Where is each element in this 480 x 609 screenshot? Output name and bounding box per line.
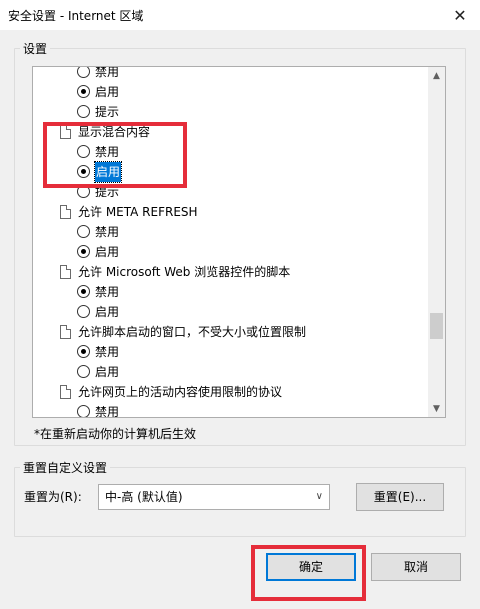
reset-to-label: 重置为(R): (24, 490, 82, 504)
radio-option-row[interactable]: 启用 (33, 302, 429, 322)
radio-unchecked-icon[interactable] (77, 365, 90, 378)
document-icon (60, 385, 71, 399)
radio-unchecked-icon[interactable] (77, 405, 90, 417)
setting-header-row: 允许 META REFRESH (33, 202, 429, 222)
settings-group-label: 设置 (20, 40, 51, 57)
radio-option-label: 启用 (95, 245, 120, 259)
radio-option-label: 禁用 (95, 405, 120, 418)
radio-checked-icon[interactable] (77, 345, 90, 358)
radio-option-row[interactable]: 禁用 (33, 402, 429, 418)
document-icon (60, 205, 71, 219)
radio-option-row[interactable]: 禁用 (33, 66, 429, 82)
radio-option-label: 禁用 (95, 225, 120, 239)
window-title: 安全设置 - Internet 区域 (8, 9, 144, 23)
chevron-down-icon: ∨ (315, 491, 323, 502)
radio-option-label: 提示 (95, 105, 120, 119)
radio-option-label: 禁用 (95, 66, 120, 79)
reset-button[interactable]: 重置(E)... (356, 483, 444, 511)
setting-label: 允许 Microsoft Web 浏览器控件的脚本 (78, 265, 291, 279)
close-icon[interactable]: ✕ (440, 0, 480, 30)
document-icon (60, 265, 71, 279)
radio-option-label: 禁用 (95, 285, 120, 299)
reset-group-label: 重置自定义设置 (20, 459, 111, 476)
radio-option-label: 启用 (95, 85, 120, 99)
reset-level-value: 中-高 (默认值) (105, 490, 183, 504)
radio-option-row[interactable]: 禁用 (33, 342, 429, 362)
title-bar: 安全设置 - Internet 区域 ✕ (0, 0, 480, 30)
radio-option-row[interactable]: 禁用 (33, 282, 429, 302)
document-icon (60, 325, 71, 339)
scroll-thumb[interactable] (430, 313, 443, 339)
highlight-box-mixed-content (43, 122, 187, 188)
radio-option-row[interactable]: 启用 (33, 362, 429, 382)
radio-option-row[interactable]: 启用 (33, 82, 429, 102)
radio-checked-icon[interactable] (77, 85, 90, 98)
setting-label: 允许网页上的活动内容使用限制的协议 (78, 385, 283, 399)
radio-option-row[interactable]: 启用 (33, 242, 429, 262)
radio-option-label: 启用 (95, 305, 120, 319)
setting-label: 允许脚本启动的窗口，不受大小或位置限制 (78, 325, 307, 339)
radio-unchecked-icon[interactable] (77, 105, 90, 118)
radio-option-row[interactable]: 禁用 (33, 222, 429, 242)
scroll-down-icon[interactable]: ▼ (428, 400, 445, 417)
radio-option-label: 禁用 (95, 345, 120, 359)
radio-unchecked-icon[interactable] (77, 305, 90, 318)
settings-scrollbar[interactable]: ▲ ▼ (428, 67, 445, 417)
setting-header-row: 允许 Microsoft Web 浏览器控件的脚本 (33, 262, 429, 282)
radio-option-row[interactable]: 提示 (33, 102, 429, 122)
radio-checked-icon[interactable] (77, 285, 90, 298)
setting-header-row: 允许网页上的活动内容使用限制的协议 (33, 382, 429, 402)
reset-level-select[interactable]: 中-高 (默认值) ∨ (98, 484, 330, 510)
settings-list[interactable]: 禁用 启用 提示 显示混合内容 禁用 启用 提示 允许 META REFRESH 禁用 启用 允许 … (32, 66, 446, 418)
cancel-button[interactable]: 取消 (371, 553, 461, 581)
setting-header-row: 允许脚本启动的窗口，不受大小或位置限制 (33, 322, 429, 342)
radio-option-label: 启用 (95, 365, 120, 379)
radio-unchecked-icon[interactable] (77, 225, 90, 238)
restart-note: *在重新启动你的计算机后生效 (34, 427, 197, 441)
scroll-up-icon[interactable]: ▲ (428, 67, 445, 84)
radio-checked-icon[interactable] (77, 245, 90, 258)
radio-unchecked-icon[interactable] (77, 67, 90, 78)
setting-label: 允许 META REFRESH (78, 205, 198, 219)
highlight-box-ok-button (251, 545, 366, 601)
